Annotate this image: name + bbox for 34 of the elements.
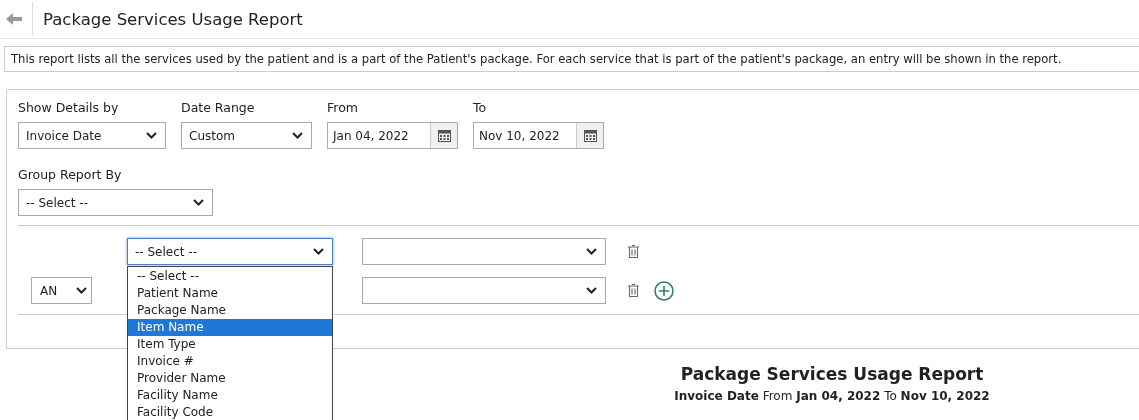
chevron-down-icon xyxy=(586,248,597,255)
trash-icon[interactable] xyxy=(628,245,639,258)
field-label: To xyxy=(473,100,488,115)
field-dropdown[interactable]: -- Select -- xyxy=(127,238,333,265)
field-label: Group Report By xyxy=(18,167,123,182)
dropdown-option[interactable]: Package Name xyxy=(128,302,332,319)
dropdown-option[interactable]: Provider Name xyxy=(128,370,332,387)
chevron-down-icon xyxy=(76,287,87,294)
add-icon[interactable] xyxy=(654,280,674,301)
dropdown[interactable]: Custom xyxy=(181,122,312,149)
back-arrow-icon[interactable] xyxy=(6,13,22,25)
field-label: From xyxy=(327,100,359,115)
report-description: This report lists all the services used by the patient and is a part of the Patient's package. For each service that is part of the patient's package, an entry will be shown in the report. xyxy=(4,46,1139,72)
page-title: Package Services Usage Report xyxy=(43,9,303,29)
dropdown-option[interactable]: Item Type xyxy=(128,336,332,353)
connector-dropdown[interactable]: AN xyxy=(31,277,92,304)
chevron-down-icon xyxy=(193,199,204,206)
dropdown-option[interactable]: Invoice # xyxy=(128,353,332,370)
chevron-down-icon xyxy=(292,132,303,139)
dropdown-option[interactable]: Facility Name xyxy=(128,387,332,404)
dropdown-option[interactable]: Item Name xyxy=(128,319,332,336)
dropdown-option[interactable]: Patient Name xyxy=(128,285,332,302)
report-title: Package Services Usage Report xyxy=(680,364,984,384)
dropdown-option[interactable]: Facility Code xyxy=(128,404,332,420)
chevron-down-icon xyxy=(146,132,157,139)
dropdown-option[interactable]: -- Select -- xyxy=(128,268,332,285)
report-subtitle: Invoice Date From Jan 04, 2022 To Nov 10, 2022 xyxy=(674,389,990,403)
dropdown[interactable]: Invoice Date xyxy=(18,122,166,149)
dropdown[interactable]: -- Select -- xyxy=(18,189,213,216)
trash-icon[interactable] xyxy=(628,284,639,297)
chevron-down-icon xyxy=(313,248,324,255)
field-label: Date Range xyxy=(181,100,256,115)
field-label: Show Details by xyxy=(18,100,120,115)
chevron-down-icon xyxy=(586,287,597,294)
